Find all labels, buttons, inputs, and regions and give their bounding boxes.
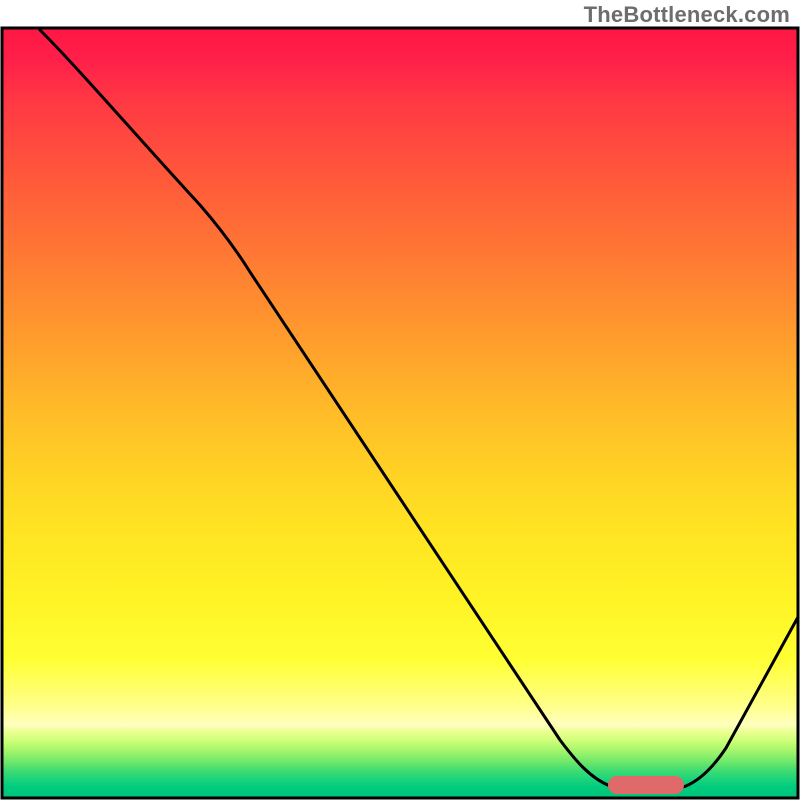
bottleneck-chart	[0, 0, 800, 800]
plot-area	[2, 28, 798, 798]
chart-container: TheBottleneck.com	[0, 0, 800, 800]
watermark-text: TheBottleneck.com	[584, 2, 790, 28]
optimal-marker	[608, 776, 684, 794]
gradient-background	[2, 28, 798, 798]
